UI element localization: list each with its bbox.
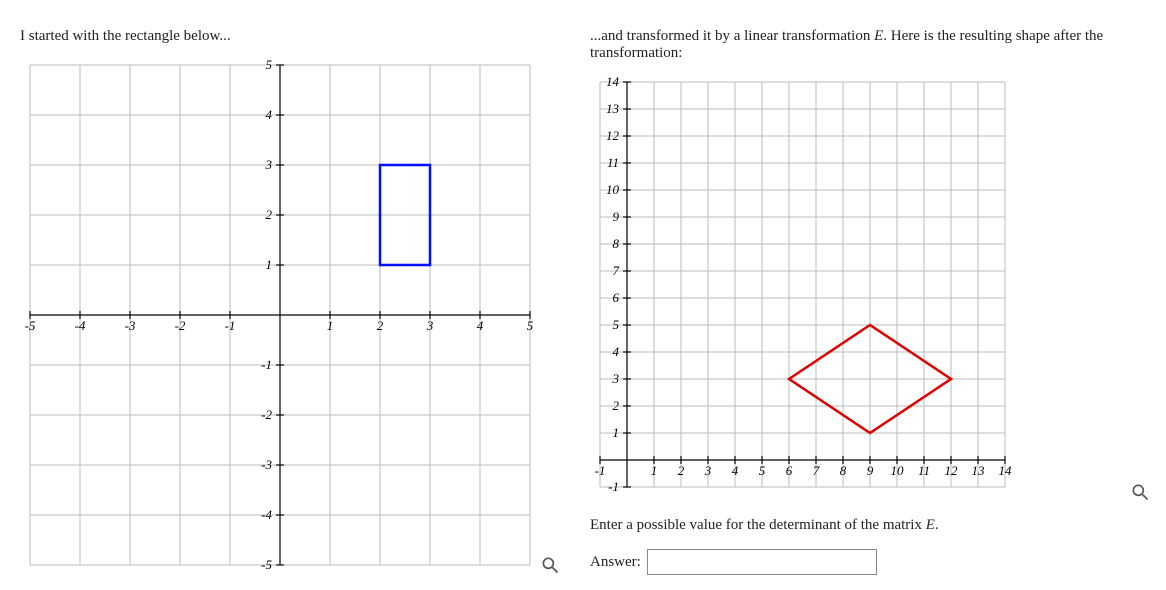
svg-text:6: 6 xyxy=(613,290,620,305)
svg-text:-3: -3 xyxy=(125,318,136,333)
svg-text:-1: -1 xyxy=(608,479,619,494)
svg-text:3: 3 xyxy=(612,371,620,386)
svg-text:-2: -2 xyxy=(261,407,272,422)
svg-text:10: 10 xyxy=(606,182,620,197)
svg-text:13: 13 xyxy=(606,101,620,116)
svg-text:4: 4 xyxy=(613,344,620,359)
svg-text:2: 2 xyxy=(377,318,384,333)
svg-text:4: 4 xyxy=(477,318,484,333)
svg-text:1: 1 xyxy=(613,425,620,440)
svg-text:1: 1 xyxy=(266,257,273,272)
svg-text:11: 11 xyxy=(607,155,619,170)
svg-text:9: 9 xyxy=(613,209,620,224)
svg-text:-5: -5 xyxy=(261,557,272,572)
svg-text:-3: -3 xyxy=(261,457,272,472)
zoom-icon[interactable] xyxy=(540,555,560,575)
svg-text:-4: -4 xyxy=(75,318,86,333)
answer-input[interactable] xyxy=(647,549,877,575)
right-prompt: ...and transformed it by a linear transf… xyxy=(590,28,1150,62)
svg-text:5: 5 xyxy=(266,57,273,72)
left-chart: -5 -4 -3 -2 -1 1 2 3 4 5 -5 -4 -3 -2 -1 1 2 3 4 5 xyxy=(20,55,560,575)
svg-text:5: 5 xyxy=(527,318,534,333)
svg-text:1: 1 xyxy=(327,318,334,333)
svg-text:12: 12 xyxy=(606,128,620,143)
svg-text:12: 12 xyxy=(945,463,959,478)
svg-text:8: 8 xyxy=(840,463,847,478)
svg-text:14: 14 xyxy=(606,74,620,89)
svg-text:8: 8 xyxy=(613,236,620,251)
svg-text:6: 6 xyxy=(786,463,793,478)
svg-text:-2: -2 xyxy=(175,318,186,333)
svg-text:11: 11 xyxy=(918,463,930,478)
svg-text:-1: -1 xyxy=(261,357,272,372)
svg-text:-1: -1 xyxy=(595,463,606,478)
svg-text:-4: -4 xyxy=(261,507,272,522)
svg-text:9: 9 xyxy=(867,463,874,478)
answer-label: Answer: xyxy=(590,554,641,571)
svg-text:3: 3 xyxy=(426,318,434,333)
svg-text:2: 2 xyxy=(678,463,685,478)
svg-text:3: 3 xyxy=(704,463,712,478)
svg-text:3: 3 xyxy=(265,157,273,172)
svg-text:2: 2 xyxy=(266,207,273,222)
svg-text:7: 7 xyxy=(813,463,820,478)
right-chart: -11234567891011121314-112345678910111213… xyxy=(590,72,1150,502)
left-prompt: I started with the rectangle below... xyxy=(20,28,560,45)
svg-text:7: 7 xyxy=(613,263,620,278)
determinant-question: Enter a possible value for the determina… xyxy=(590,517,1150,534)
svg-text:4: 4 xyxy=(732,463,739,478)
svg-text:4: 4 xyxy=(266,107,273,122)
svg-text:14: 14 xyxy=(999,463,1013,478)
svg-text:5: 5 xyxy=(613,317,620,332)
svg-text:-5: -5 xyxy=(25,318,36,333)
svg-text:1: 1 xyxy=(651,463,658,478)
zoom-icon[interactable] xyxy=(1130,482,1150,502)
svg-text:10: 10 xyxy=(891,463,905,478)
svg-text:-1: -1 xyxy=(225,318,236,333)
svg-text:13: 13 xyxy=(972,463,986,478)
svg-text:2: 2 xyxy=(613,398,620,413)
svg-text:5: 5 xyxy=(759,463,766,478)
